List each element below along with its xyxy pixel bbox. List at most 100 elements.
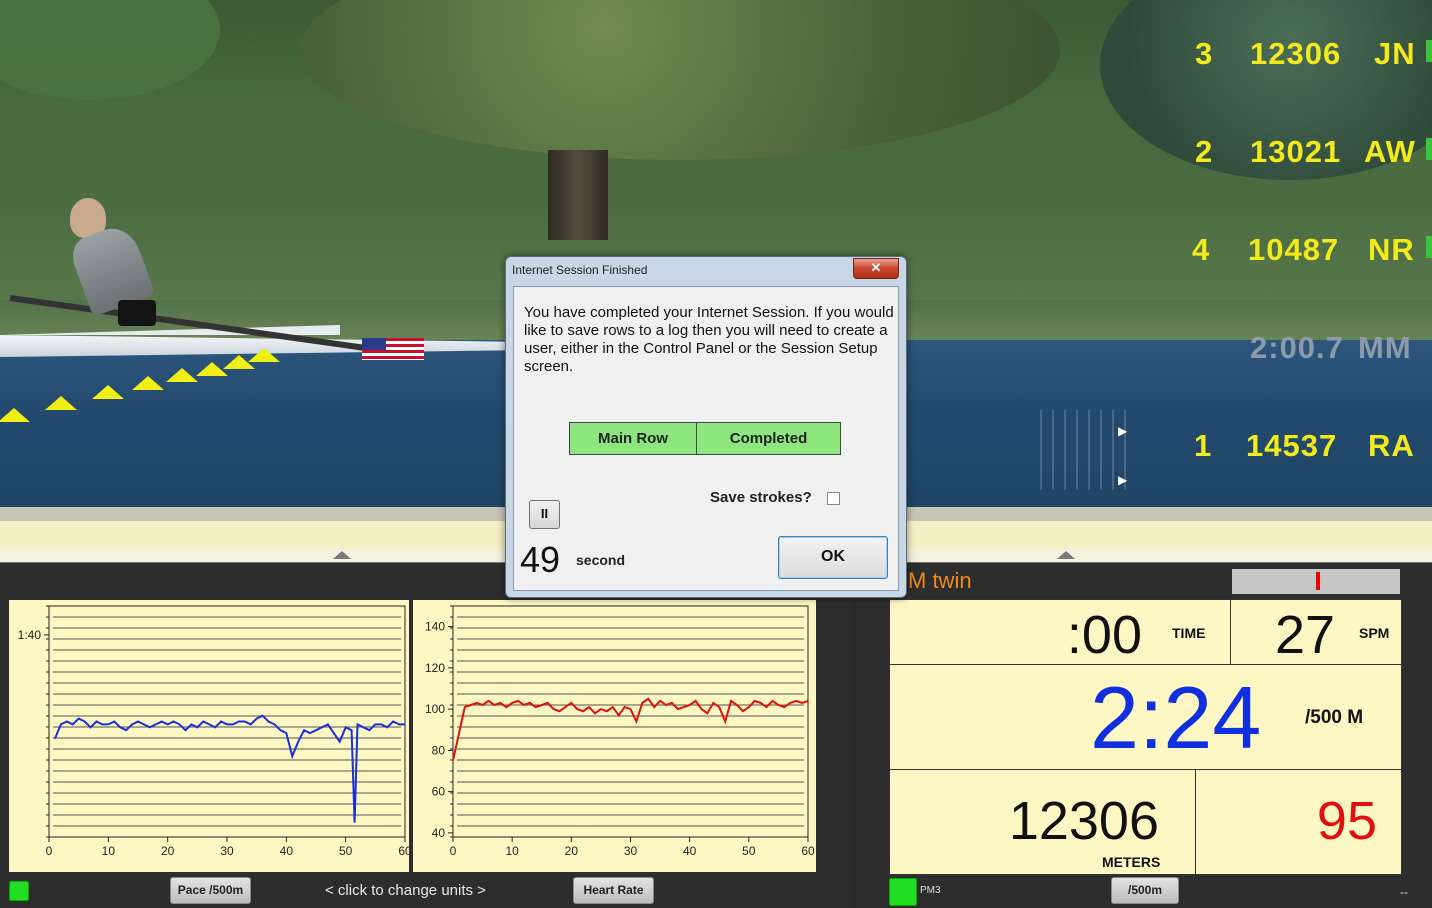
connection-status-led	[9, 881, 29, 901]
dialog-body: You have completed your Internet Session…	[513, 286, 899, 591]
x-tick-label: 20	[161, 844, 175, 858]
status-row-name: Main Row	[570, 423, 697, 454]
lane-buoy	[45, 396, 77, 410]
series-line-heart-rate	[452, 697, 809, 761]
leaderboard-initials: AW	[1364, 134, 1416, 169]
heart-rate-button[interactable]: Heart Rate	[573, 877, 654, 904]
internet-session-finished-dialog: Internet Session Finished ✕ You have com…	[505, 256, 907, 598]
spm-label: SPM	[1359, 625, 1390, 641]
leaderboard-place: 2	[1195, 134, 1214, 169]
y-tick-label: 140	[425, 620, 445, 634]
series-line-pace	[53, 714, 405, 823]
x-tick-label: 40	[683, 844, 697, 858]
heart-rate-cell: 95	[1195, 769, 1402, 875]
leaderboard-meters: 10487	[1248, 232, 1340, 267]
pace-value: 2:24	[1090, 668, 1262, 767]
leaderboard-place: 4	[1192, 232, 1211, 267]
leaderboard-place: 1	[1194, 428, 1213, 463]
change-units-link[interactable]: < click to change units >	[325, 882, 486, 899]
lane-buoy	[248, 348, 280, 362]
x-tick-label: 60	[398, 844, 409, 858]
time-label: TIME	[1172, 625, 1206, 641]
spm-value: 27	[1275, 605, 1336, 665]
leaderboard-meters: 2:00.7	[1250, 330, 1344, 365]
lane-marker	[1426, 236, 1432, 258]
leaderboard-initials: JN	[1374, 36, 1416, 71]
x-tick-label: 10	[102, 844, 116, 858]
close-button[interactable]: ✕	[853, 258, 899, 279]
lane-marker	[1426, 138, 1432, 160]
stroke-indicator	[1232, 569, 1400, 594]
y-tick-label: 120	[425, 661, 445, 675]
tree-trunk	[548, 150, 608, 240]
countdown-unit: second	[576, 552, 626, 568]
status-row-state: Completed	[697, 423, 840, 454]
lane-buoy	[0, 408, 30, 422]
leaderboard-initials: RA	[1368, 428, 1415, 463]
heart-rate-chart-svg: 0 10 20 30 40 50 60 40 60 80 100 120 140	[425, 605, 815, 858]
x-tick-label: 30	[220, 844, 234, 858]
expand-right-panel-icon[interactable]	[1057, 551, 1075, 559]
leaderboard-meters: 14537	[1246, 428, 1338, 463]
meters-label: METERS	[1102, 854, 1161, 870]
lane-buoy	[166, 368, 198, 382]
pace-chart: 0 10 20 30 40 50 60 1:40	[9, 600, 412, 872]
dialog-title: Internet Session Finished	[512, 263, 648, 277]
x-tick-label: 50	[742, 844, 756, 858]
pause-button[interactable]: II	[529, 500, 560, 529]
leaderboard-meters: 13021	[1250, 134, 1342, 169]
heart-rate-chart: 0 10 20 30 40 50 60 40 60 80 100 120 140	[413, 600, 816, 872]
plot-frame	[48, 605, 406, 838]
countdown-value: 49	[520, 539, 561, 580]
dialog-message: You have completed your Internet Session…	[524, 304, 894, 375]
ok-button[interactable]: OK	[778, 536, 888, 579]
x-tick-label: 30	[624, 844, 638, 858]
rower-shorts	[118, 300, 156, 326]
y-tick-label: 1:40	[18, 628, 42, 642]
y-tick-label: 100	[425, 702, 445, 716]
save-strokes-label: Save strokes?	[710, 489, 812, 506]
pace-cell: 2:24 /500 M	[889, 664, 1402, 770]
y-tick-label: 40	[432, 826, 446, 840]
session-status-table: Main Row Completed	[569, 422, 841, 455]
lane-arrow-icon: ▶	[1118, 424, 1128, 438]
save-strokes-checkbox[interactable]	[827, 492, 840, 505]
pm-connection-led	[889, 878, 917, 906]
lane-arrow-icon: ▶	[1118, 473, 1128, 487]
leaderboard-meters: 12306	[1250, 36, 1342, 71]
x-tick-label: 10	[505, 844, 519, 858]
x-tick-label: 40	[280, 844, 294, 858]
tree-center-canopy	[300, 0, 1060, 160]
close-icon: ✕	[870, 260, 882, 275]
expand-left-panel-icon[interactable]	[333, 551, 351, 559]
x-tick-label: 20	[565, 844, 579, 858]
flag-stern	[362, 338, 424, 360]
meters-cell: 12306 METERS	[889, 769, 1196, 875]
spm-cell: 27 SPM	[1230, 599, 1402, 665]
y-tick-label: 80	[432, 743, 446, 757]
meters-value: 12306	[1008, 791, 1159, 851]
graphs-panel: 0 10 20 30 40 50 60 1:40 0 10 20 30 40 50 60 40 60 80 100…	[0, 563, 850, 908]
plot-frame	[452, 605, 809, 838]
pace-units-button[interactable]: Pace /500m	[170, 877, 251, 904]
y-tick-label: 60	[432, 785, 446, 799]
x-tick-label: 0	[450, 844, 457, 858]
monitor-trailing: --	[1400, 885, 1408, 899]
heart-rate-value: 95	[1316, 791, 1377, 851]
x-tick-label: 50	[339, 844, 353, 858]
pace-chart-svg: 0 10 20 30 40 50 60 1:40	[18, 605, 412, 858]
lane-buoy	[92, 385, 124, 399]
performance-monitor: M twin :00 TIME 27 SPM 2:24 /500 M 12306…	[856, 563, 1432, 908]
time-value: :00	[1066, 605, 1142, 665]
lane-marker	[1426, 40, 1432, 62]
x-tick-label: 60	[801, 844, 815, 858]
tree-left	[0, 0, 220, 100]
monitor-units-button[interactable]: /500m	[1111, 877, 1179, 904]
pm-label: PM3	[920, 885, 941, 896]
stroke-indicator-marker	[1316, 572, 1320, 590]
time-cell: :00 TIME	[889, 599, 1231, 665]
monitor-title: M twin	[908, 568, 972, 593]
leaderboard-place: 3	[1195, 36, 1214, 71]
lane-buoy	[132, 376, 164, 390]
leaderboard-initials: MM	[1358, 330, 1412, 365]
